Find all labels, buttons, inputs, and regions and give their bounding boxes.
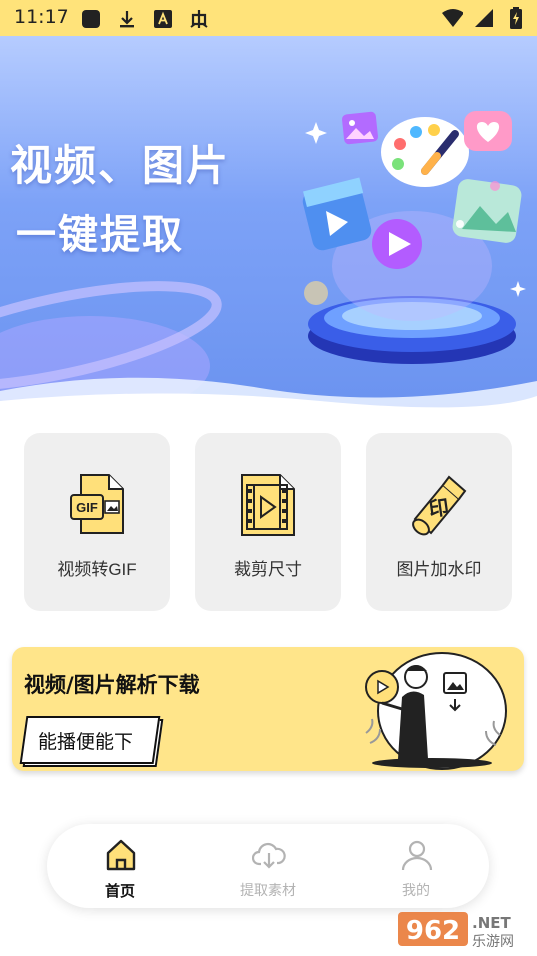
svg-text:962: 962	[406, 916, 460, 946]
svg-text:.NET: .NET	[472, 914, 511, 932]
square-icon	[80, 8, 102, 30]
signal-icon	[473, 7, 495, 29]
site-watermark: 962 .NET 乐游网	[398, 908, 528, 950]
svg-text:乐游网: 乐游网	[472, 934, 514, 950]
svg-text:印: 印	[427, 495, 450, 522]
home-icon	[106, 839, 136, 871]
tool-card-video-to-gif[interactable]: GIF 视频转GIF	[24, 433, 170, 611]
promo-banner[interactable]: 视频/图片解析下载 能播便能下	[12, 647, 524, 771]
tab-label: 首页	[104, 882, 135, 900]
stamp-icon: 印	[412, 475, 467, 536]
banner-subtitle: 一键提取	[16, 212, 184, 258]
tool-label: 视频转GIF	[57, 560, 137, 579]
cloud-download-icon	[252, 842, 286, 869]
tab-home[interactable]: 首页	[47, 824, 193, 908]
bug-icon	[188, 8, 210, 30]
font-icon	[152, 8, 174, 30]
banner-title: 视频、图片	[10, 141, 231, 190]
svg-text:GIF: GIF	[76, 500, 98, 515]
hero-banner[interactable]: 视频、图片 一键提取	[0, 36, 537, 409]
tool-label: 裁剪尺寸	[234, 560, 302, 579]
status-bar: 11:17	[0, 0, 537, 36]
user-icon	[401, 840, 433, 871]
tab-label: 我的	[402, 883, 430, 899]
gif-file-icon: GIF	[70, 474, 124, 534]
tab-mine[interactable]: 我的	[343, 824, 489, 908]
promo-illustration	[365, 652, 507, 770]
tab-label: 提取素材	[240, 883, 296, 899]
bottom-tab-bar: 首页 提取素材 我的	[47, 824, 489, 908]
status-icons-right	[441, 7, 527, 29]
tool-card-crop-size[interactable]: 裁剪尺寸	[195, 433, 341, 611]
tab-extract-material[interactable]: 提取素材	[195, 824, 341, 908]
status-icons-left	[80, 8, 210, 30]
promo-title: 视频/图片解析下载	[24, 673, 200, 697]
download-icon	[116, 8, 138, 30]
wifi-icon	[441, 7, 463, 29]
tool-card-add-watermark[interactable]: 印 图片加水印	[366, 433, 512, 611]
status-time: 11:17	[14, 6, 69, 28]
tool-label: 图片加水印	[396, 560, 482, 579]
promo-button-label: 能播便能下	[38, 731, 134, 753]
video-file-icon	[241, 474, 295, 536]
battery-icon	[505, 7, 527, 29]
